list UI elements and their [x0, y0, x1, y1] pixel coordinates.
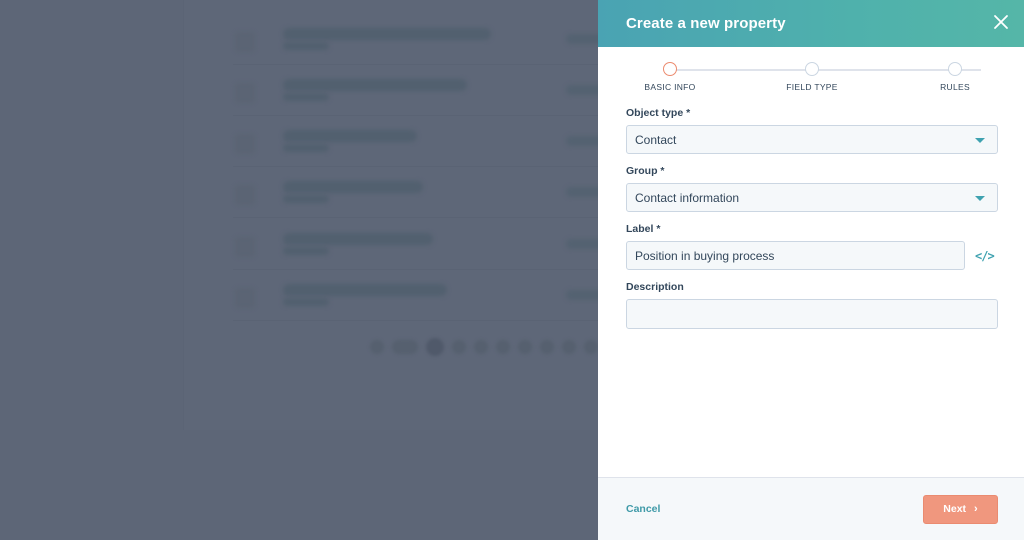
- panel-title: Create a new property: [626, 15, 786, 32]
- background-divider: [233, 166, 603, 167]
- background-row-title: [283, 28, 491, 40]
- background-pager-page: [496, 340, 510, 354]
- background-row: [233, 28, 606, 64]
- background-pager-current: [426, 338, 444, 356]
- step-rules: RULES: [895, 62, 1015, 92]
- background-row-subtitle: [283, 42, 329, 50]
- background-row-subtitle: [283, 93, 329, 101]
- background-row-subtitle: [283, 247, 329, 255]
- object-type-value: Contact: [635, 132, 677, 147]
- cancel-button[interactable]: Cancel: [626, 503, 660, 515]
- label-input-row: Position in buying process </>: [626, 241, 996, 270]
- object-type-select[interactable]: Contact: [626, 125, 998, 154]
- background-row-title: [283, 79, 467, 91]
- background-pager-page: [584, 340, 598, 354]
- label-field-label: Label *: [626, 223, 661, 235]
- step-basic-info: BASIC INFO: [610, 62, 730, 92]
- background-pager-page: [518, 340, 532, 354]
- background-pager-label: [392, 340, 418, 354]
- background-overlay: [0, 0, 606, 540]
- create-property-panel: Create a new property BASIC INFO FIELD T…: [598, 0, 1024, 540]
- background-row-subtitle: [283, 144, 329, 152]
- background-pager-page: [452, 340, 466, 354]
- background-divider: [233, 217, 603, 218]
- group-field: Group * Contact information: [626, 165, 998, 212]
- background-row: [233, 233, 606, 269]
- label-input[interactable]: Position in buying process: [626, 241, 965, 270]
- step-indicator: [948, 62, 962, 76]
- description-field: Description: [626, 281, 998, 329]
- close-button[interactable]: [992, 13, 1010, 31]
- background-pager-page: [562, 340, 576, 354]
- step-indicator-active: [663, 62, 677, 76]
- background-row-checkbox: [235, 134, 255, 154]
- caret-down-icon: [975, 196, 985, 201]
- background-pagination: [370, 338, 598, 356]
- close-icon: [994, 15, 1008, 29]
- background-row-checkbox: [235, 32, 255, 52]
- step-label: BASIC INFO: [644, 82, 696, 92]
- background-row-checkbox: [235, 288, 255, 308]
- description-label: Description: [626, 281, 684, 293]
- caret-down-icon: [975, 138, 985, 143]
- background-pager-prev: [370, 340, 384, 354]
- panel-header: Create a new property: [598, 0, 1024, 47]
- next-button-label: Next: [943, 503, 967, 515]
- group-select[interactable]: Contact information: [626, 183, 998, 212]
- label-field: Label * Position in buying process </>: [626, 223, 996, 270]
- background-row: [233, 181, 606, 217]
- code-icon[interactable]: </>: [975, 249, 995, 263]
- background-row: [233, 284, 606, 320]
- background-divider: [233, 64, 603, 65]
- step-label: RULES: [940, 82, 970, 92]
- group-value: Contact information: [635, 190, 740, 205]
- background-row-checkbox: [235, 237, 255, 257]
- background-divider: [233, 115, 603, 116]
- background-row-subtitle: [283, 298, 329, 306]
- background-row: [233, 79, 606, 115]
- group-label: Group *: [626, 165, 665, 177]
- background-row-title: [283, 233, 433, 245]
- progress-stepper: BASIC INFO FIELD TYPE RULES: [626, 47, 996, 107]
- background-divider: [233, 269, 603, 270]
- background-row-subtitle: [283, 195, 329, 203]
- panel-footer: Cancel Next ›: [598, 477, 1024, 540]
- label-input-value: Position in buying process: [635, 248, 775, 263]
- step-indicator: [805, 62, 819, 76]
- background-pager-page: [474, 340, 488, 354]
- background-row-checkbox: [235, 185, 255, 205]
- background-divider: [233, 320, 603, 321]
- property-form: Object type * Contact Group * Contact in…: [598, 107, 1024, 477]
- object-type-label: Object type *: [626, 107, 691, 119]
- step-field-type: FIELD TYPE: [752, 62, 872, 92]
- background-row-checkbox: [235, 83, 255, 103]
- object-type-field: Object type * Contact: [626, 107, 998, 154]
- step-label: FIELD TYPE: [786, 82, 838, 92]
- background-pager-page: [540, 340, 554, 354]
- background-row-title: [283, 130, 417, 142]
- background-row: [233, 130, 606, 166]
- description-input[interactable]: [626, 299, 998, 329]
- next-button[interactable]: Next ›: [923, 494, 998, 524]
- background-row-title: [283, 181, 423, 193]
- background-row-title: [283, 284, 447, 296]
- chevron-right-icon: ›: [974, 503, 978, 515]
